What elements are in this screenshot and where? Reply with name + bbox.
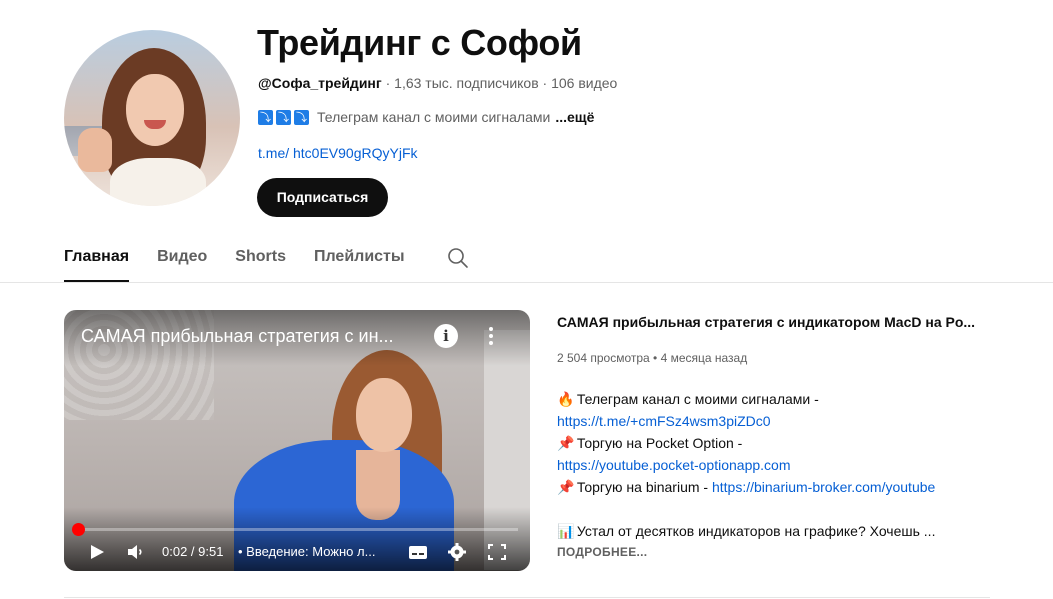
read-more-link[interactable]: ПОДРОБНЕЕ... [557, 545, 647, 559]
description-blank-line [557, 498, 997, 520]
channel-avatar[interactable] [64, 30, 240, 206]
avatar-face [126, 74, 184, 146]
description-line: https://t.me/+cmFSz4wsm3piZDc0 [557, 410, 997, 432]
description-text: Телеграм канал с моими сигналами - [573, 391, 819, 407]
arrow-down-icon: ⤵ [276, 109, 291, 125]
chapter-title[interactable]: • Введение: Можно л... [238, 544, 388, 559]
description-more-link[interactable]: ...ещё [555, 108, 594, 126]
description-text: Устал от десятков индикаторов на графике… [573, 523, 936, 539]
search-icon[interactable] [446, 246, 470, 270]
description-text: Торгую на Pocket Option - [573, 435, 743, 451]
arrow-down-icon: ⤵ [258, 109, 273, 125]
description-line: 📌 Торгую на binarium - https://binarium-… [557, 476, 997, 498]
channel-stats: · 1,63 тыс. подписчиков · 106 видео [381, 75, 618, 91]
time-display: 0:02 / 9:51 [162, 544, 224, 559]
progress-bar[interactable] [76, 528, 518, 531]
avatar-clothes [110, 158, 206, 206]
channel-tabs: Главная Видео Shorts Плейлисты [64, 244, 433, 282]
tab-home[interactable]: Главная [64, 244, 130, 282]
player-title[interactable]: САМАЯ прибыльная стратегия с ин... [81, 325, 394, 347]
progress-scrubber[interactable] [72, 523, 85, 536]
pushpin-icon: 📌 [557, 436, 575, 452]
pushpin-icon: 📌 [557, 480, 575, 496]
tabs-divider [0, 282, 1053, 283]
settings-gear-icon[interactable] [446, 539, 468, 565]
volume-icon[interactable] [126, 539, 146, 565]
channel-title: Трейдинг с Софой [257, 22, 582, 63]
bar-chart-icon: 📊 [557, 524, 575, 540]
video-description: 🔥 Телеграм канал с моими сигналами - htt… [557, 388, 997, 542]
pocket-option-link[interactable]: https://youtube.pocket-optionapp.com [557, 457, 790, 473]
more-options-icon[interactable] [483, 324, 499, 348]
channel-meta: @Софа_трейдинг · 1,63 тыс. подписчиков ·… [258, 74, 617, 92]
telegram-link[interactable]: https://t.me/+cmFSz4wsm3piZDc0 [557, 413, 771, 429]
arrow-down-icon: ⤵ [294, 109, 309, 125]
subtitles-icon[interactable] [407, 539, 429, 565]
section-divider [64, 597, 990, 598]
video-stats: 2 504 просмотра • 4 месяца назад [557, 351, 748, 365]
description-text: Торгую на binarium - [573, 479, 712, 495]
tab-shorts[interactable]: Shorts [235, 244, 286, 280]
binarium-link[interactable]: https://binarium-broker.com/youtube [712, 479, 935, 495]
channel-handle: @Софа_трейдинг [258, 75, 382, 91]
video-frame-face [356, 378, 412, 452]
description-line: 📊 Устал от десятков индикаторов на графи… [557, 520, 997, 542]
description-line: 🔥 Телеграм канал с моими сигналами - [557, 388, 997, 410]
channel-description-text: Телеграм канал с моими сигналами [317, 109, 551, 125]
tab-playlists[interactable]: Плейлисты [314, 244, 405, 280]
avatar-thumbs-up [78, 128, 112, 172]
channel-link[interactable]: t.me/ htc0EV90gRQyYjFk [258, 144, 418, 162]
tab-videos[interactable]: Видео [157, 244, 207, 280]
play-icon[interactable] [86, 539, 108, 565]
description-line: https://youtube.pocket-optionapp.com [557, 454, 997, 476]
fire-icon: 🔥 [557, 392, 575, 408]
description-line: 📌 Торгую на Pocket Option - [557, 432, 997, 454]
info-icon[interactable]: i [434, 324, 458, 348]
video-title[interactable]: САМАЯ прибыльная стратегия с индикатором… [557, 313, 997, 331]
video-player[interactable]: САМАЯ прибыльная стратегия с ин... i 0:0… [64, 310, 530, 571]
channel-description[interactable]: ⤵ ⤵ ⤵ Телеграм канал с моими сигналами .… [258, 108, 594, 126]
subscribe-button[interactable]: Подписаться [257, 178, 388, 217]
fullscreen-icon[interactable] [486, 539, 508, 565]
